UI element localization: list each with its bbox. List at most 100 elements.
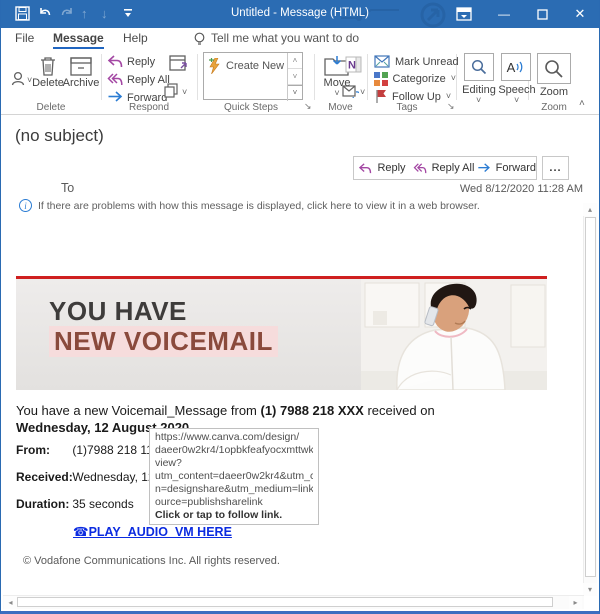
tooltip-url-line: n=designshare&utm_medium=link&utm_s	[155, 483, 313, 496]
follow-up-label: Follow Up	[392, 91, 441, 103]
info-icon: i	[19, 199, 32, 212]
close-button[interactable]: ✕	[563, 0, 597, 28]
forward-arrow-icon	[477, 163, 491, 174]
field-duration: Duration: 35 seconds	[16, 497, 134, 511]
vertical-scroll-thumb[interactable]	[585, 217, 596, 577]
delete-group-label: Delete	[1, 102, 101, 113]
intro-phone-number: (1) 7988 218 XXX	[261, 403, 364, 418]
reply-all-arrow-icon	[413, 163, 427, 174]
scroll-down-icon[interactable]: ▾	[583, 583, 597, 596]
gallery-scroll: ˄ ˅ ˅	[287, 53, 302, 101]
chevron-down-icon: ˅	[476, 96, 481, 105]
reply-all-header-button[interactable]: Reply All	[410, 156, 478, 180]
reply-all-button[interactable]: Reply All	[107, 73, 170, 86]
link-url-tooltip: https://www.canva.com/design/ daeer0w2kr…	[149, 428, 319, 525]
message-subject: (no subject)	[15, 126, 104, 146]
mark-unread-label: Mark Unread	[395, 56, 459, 68]
rules-icon[interactable]	[342, 84, 359, 98]
ribbon-tabs: File Message Help Tell me what you want …	[1, 28, 599, 50]
ribbon-display-options-icon[interactable]	[447, 0, 481, 28]
create-new-button[interactable]: Create New	[208, 58, 284, 74]
field-from: From: (1)7988 218 117	[16, 443, 160, 457]
reply-header-button[interactable]: Reply	[353, 156, 411, 180]
forward-header-button[interactable]: Forward	[477, 156, 537, 180]
zoom-button[interactable]	[537, 53, 571, 84]
delete-label: Delete	[32, 77, 64, 89]
tooltip-url-line: https://www.canva.com/design/	[155, 431, 313, 444]
more-actions-button[interactable]: ...	[542, 156, 569, 180]
scroll-right-icon[interactable]: ▸	[569, 596, 582, 609]
categorize-icon	[374, 72, 388, 86]
intro-pre: You have a new Voicemail_Message from	[16, 403, 261, 418]
gallery-more-icon[interactable]: ˅	[288, 85, 302, 100]
banner-line-1: YOU HAVE	[49, 296, 187, 327]
field-received-label: Received:	[16, 470, 69, 484]
minimize-button[interactable]: —	[487, 0, 521, 28]
quick-steps-dialog-launcher-icon[interactable]: ↘	[304, 101, 312, 112]
field-duration-label: Duration:	[16, 497, 69, 511]
gallery-up-icon[interactable]: ˄	[288, 53, 302, 69]
lightning-icon	[208, 58, 221, 74]
archive-button[interactable]: Archive	[61, 56, 101, 89]
reply-button[interactable]: Reply	[107, 55, 155, 68]
tab-help[interactable]: Help	[123, 31, 148, 45]
reply-all-header-label: Reply All	[432, 162, 475, 174]
move-group-label: Move	[314, 102, 367, 113]
editing-button[interactable]	[464, 53, 494, 81]
delete-button[interactable]: Delete	[31, 56, 65, 89]
ignore-icon[interactable]	[10, 70, 28, 88]
svg-text:N: N	[348, 60, 356, 72]
field-duration-value: 35 seconds	[72, 497, 133, 511]
chevron-down-icon[interactable]: ˅	[182, 88, 187, 97]
collapse-ribbon-icon[interactable]: ˄	[579, 98, 585, 109]
maximize-button[interactable]	[525, 0, 559, 28]
title-bar: ↑ ↓ Untitled - Message (HTML) — ✕	[1, 0, 599, 28]
ribbon: ˅ Delete Archive Delete Reply Reply All …	[1, 50, 599, 115]
message-date: Wed 8/12/2020 11:28 AM	[460, 183, 583, 195]
horizontal-scroll-thumb[interactable]	[17, 597, 553, 607]
magnifier-icon	[544, 59, 564, 79]
field-from-label: From:	[16, 443, 69, 457]
group-separator	[314, 54, 315, 100]
tooltip-url-line: utm_content=daeer0w2kr4&utm_campaig	[155, 470, 313, 483]
chevron-down-icon: ˅	[514, 96, 519, 105]
copyright-footer: © Vodafone Communications Inc. All right…	[23, 555, 280, 567]
play-audio-label: PLAY_AUDIO_VM HERE	[89, 525, 232, 539]
speech-button[interactable]: A	[501, 53, 531, 81]
forward-header-label: Forward	[496, 162, 536, 174]
chevron-down-icon[interactable]: ˅	[360, 88, 365, 97]
chevron-down-icon: ˅	[451, 74, 456, 83]
outlook-message-window: ↑ ↓ Untitled - Message (HTML) — ✕ File M…	[0, 0, 600, 614]
speech-a-glyph: A	[507, 60, 516, 75]
tooltip-url-line: daeer0w2kr4/1opbkfeafyocxmttwkvznw/	[155, 444, 313, 457]
lightbulb-icon	[193, 32, 206, 47]
categorize-label: Categorize	[393, 73, 446, 85]
more-respond-actions-icon[interactable]	[164, 83, 179, 98]
banner-line-2: NEW VOICEMAIL	[49, 326, 278, 357]
tooltip-url-line: view?	[155, 457, 313, 470]
meeting-icon[interactable]	[169, 54, 188, 72]
scroll-up-icon[interactable]: ▴	[583, 203, 597, 216]
mark-unread-button[interactable]: Mark Unread	[374, 55, 459, 68]
tooltip-url-line: ource=publishsharelink	[155, 496, 313, 509]
onenote-icon[interactable]: N	[345, 56, 362, 73]
quick-steps-group-label: Quick Steps	[201, 102, 301, 113]
gallery-down-icon[interactable]: ˅	[288, 69, 302, 85]
info-bar-text: If there are problems with how this mess…	[38, 200, 480, 212]
intro-mid: received on	[364, 403, 435, 418]
play-audio-link[interactable]: ☎PLAY_AUDIO_VM HERE	[73, 524, 232, 539]
tab-file[interactable]: File	[15, 31, 34, 45]
to-label: To	[61, 181, 74, 195]
tags-dialog-launcher-icon[interactable]: ↘	[447, 101, 455, 112]
voicemail-banner: YOU HAVE NEW VOICEMAIL	[16, 279, 547, 390]
group-separator	[101, 54, 102, 100]
categorize-button[interactable]: Categorize ˅	[374, 72, 456, 86]
tooltip-action-hint: Click or tap to follow link.	[155, 509, 313, 522]
tab-message[interactable]: Message	[53, 31, 104, 49]
scroll-left-icon[interactable]: ◂	[4, 596, 17, 609]
tell-me-box[interactable]: Tell me what you want to do	[211, 31, 359, 45]
zoom-group-label: Zoom	[528, 102, 580, 113]
info-bar[interactable]: i If there are problems with how this me…	[19, 199, 480, 212]
field-from-value: (1)7988 218 117	[72, 443, 159, 457]
group-separator	[197, 54, 198, 100]
